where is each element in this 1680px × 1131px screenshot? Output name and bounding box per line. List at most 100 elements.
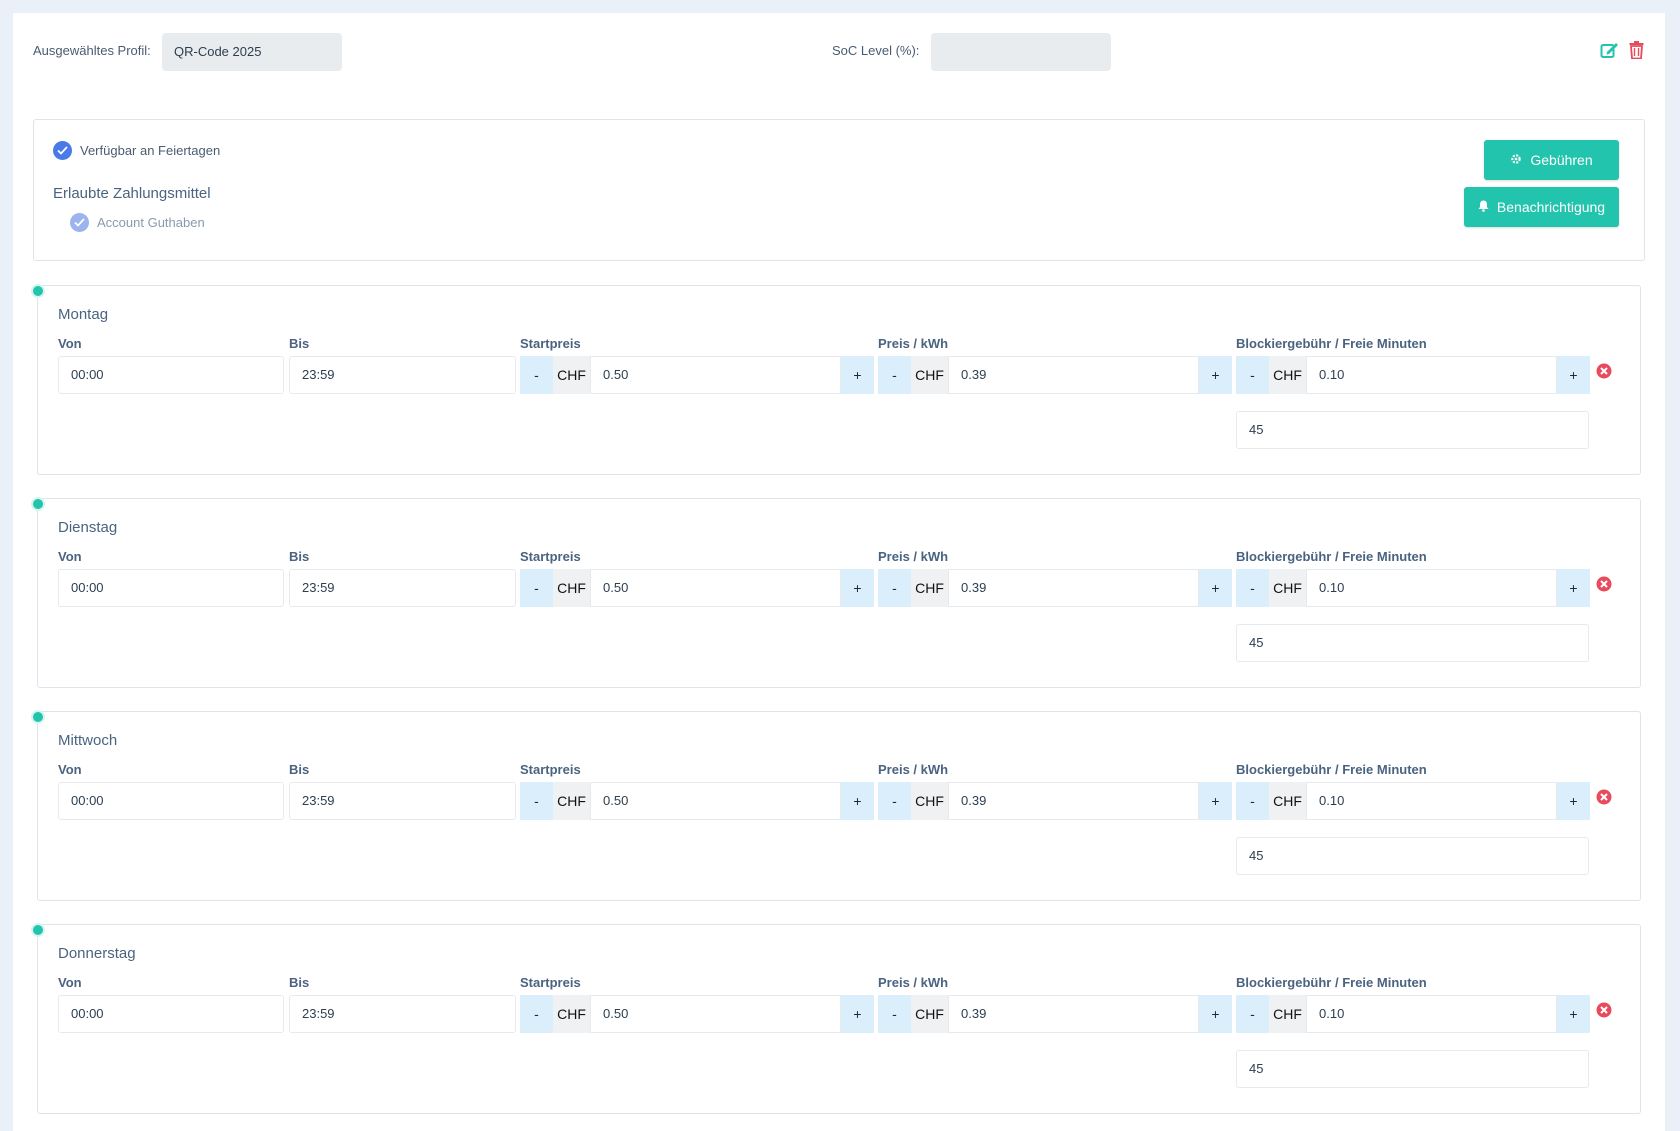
start-price-decrement-button[interactable]: - xyxy=(520,782,553,820)
blocking-fee-stepper: - CHF 0.10 + xyxy=(1236,782,1590,820)
blocking-fee-increment-button[interactable]: + xyxy=(1557,569,1590,607)
kwh-price-stepper: - CHF 0.39 + xyxy=(878,569,1232,607)
start-price-stepper: - CHF 0.50 + xyxy=(520,569,874,607)
currency-addon: CHF xyxy=(553,995,590,1033)
kwh-price-decrement-button[interactable]: - xyxy=(878,356,911,394)
profile-field[interactable]: QR-Code 2025 xyxy=(162,33,342,71)
blocking-fee-stepper: - CHF 0.10 + xyxy=(1236,569,1590,607)
notification-button[interactable]: Benachrichtigung xyxy=(1464,187,1619,227)
main-card: Ausgewähltes Profil: QR-Code 2025 SoC Le… xyxy=(13,13,1665,1131)
day-name: Mittwoch xyxy=(58,732,118,749)
kwh-price-stepper: - CHF 0.39 + xyxy=(878,782,1232,820)
soc-field[interactable] xyxy=(931,33,1111,71)
kwh-price-label: Preis / kWh xyxy=(878,762,949,777)
blocking-fee-input[interactable]: 0.10 xyxy=(1306,995,1557,1033)
trash-icon[interactable] xyxy=(1629,41,1644,59)
from-time-input[interactable]: 00:00 xyxy=(58,569,284,607)
start-price-label: Startpreis xyxy=(520,762,581,777)
blocking-fee-decrement-button[interactable]: - xyxy=(1236,569,1269,607)
start-price-stepper: - CHF 0.50 + xyxy=(520,782,874,820)
start-price-input[interactable]: 0.50 xyxy=(590,995,841,1033)
blocking-fee-stepper: - CHF 0.10 + xyxy=(1236,995,1590,1033)
currency-addon: CHF xyxy=(553,782,590,820)
currency-addon: CHF xyxy=(911,356,948,394)
from-time-input[interactable]: 00:00 xyxy=(58,782,284,820)
payment-option-checkbox[interactable]: Account Guthaben xyxy=(70,213,205,232)
blocking-fee-input[interactable]: 0.10 xyxy=(1306,569,1557,607)
free-minutes-input[interactable]: 45 xyxy=(1236,1050,1589,1088)
payment-option-label: Account Guthaben xyxy=(97,215,205,230)
currency-addon: CHF xyxy=(553,569,590,607)
start-price-increment-button[interactable]: + xyxy=(841,569,874,607)
holiday-checkbox[interactable]: Verfügbar an Feiertagen xyxy=(53,141,220,160)
from-label: Von xyxy=(58,336,82,351)
day-status-dot xyxy=(31,497,45,511)
start-price-increment-button[interactable]: + xyxy=(841,995,874,1033)
day-name: Dienstag xyxy=(58,519,118,536)
currency-addon: CHF xyxy=(1269,569,1306,607)
from-time-input[interactable]: 00:00 xyxy=(58,356,284,394)
day-status-dot xyxy=(31,284,45,298)
start-price-input[interactable]: 0.50 xyxy=(590,569,841,607)
kwh-price-label: Preis / kWh xyxy=(878,549,949,564)
free-minutes-input[interactable]: 45 xyxy=(1236,411,1589,449)
start-price-input[interactable]: 0.50 xyxy=(590,782,841,820)
free-minutes-input[interactable]: 45 xyxy=(1236,624,1589,662)
kwh-price-increment-button[interactable]: + xyxy=(1199,782,1232,820)
blocking-fee-input[interactable]: 0.10 xyxy=(1306,356,1557,394)
kwh-price-input[interactable]: 0.39 xyxy=(948,782,1199,820)
blocking-fee-label: Blockiergebühr / Freie Minuten xyxy=(1236,762,1427,777)
currency-addon: CHF xyxy=(911,782,948,820)
fees-button[interactable]: Gebühren xyxy=(1484,140,1619,180)
start-price-stepper: - CHF 0.50 + xyxy=(520,995,874,1033)
currency-addon: CHF xyxy=(1269,995,1306,1033)
remove-circle-icon[interactable] xyxy=(1596,789,1612,805)
blocking-fee-increment-button[interactable]: + xyxy=(1557,782,1590,820)
blocking-fee-decrement-button[interactable]: - xyxy=(1236,995,1269,1033)
to-time-input[interactable]: 23:59 xyxy=(289,995,516,1033)
free-minutes-input[interactable]: 45 xyxy=(1236,837,1589,875)
edit-icon[interactable] xyxy=(1600,41,1619,59)
remove-circle-icon[interactable] xyxy=(1596,576,1612,592)
kwh-price-input[interactable]: 0.39 xyxy=(948,569,1199,607)
from-label: Von xyxy=(58,975,82,990)
remove-circle-icon[interactable] xyxy=(1596,363,1612,379)
kwh-price-stepper: - CHF 0.39 + xyxy=(878,356,1232,394)
start-price-decrement-button[interactable]: - xyxy=(520,569,553,607)
blocking-fee-increment-button[interactable]: + xyxy=(1557,356,1590,394)
kwh-price-increment-button[interactable]: + xyxy=(1199,995,1232,1033)
bell-icon xyxy=(1478,199,1489,215)
to-time-input[interactable]: 23:59 xyxy=(289,569,516,607)
start-price-label: Startpreis xyxy=(520,975,581,990)
kwh-price-input[interactable]: 0.39 xyxy=(948,356,1199,394)
kwh-price-decrement-button[interactable]: - xyxy=(878,995,911,1033)
soc-label: SoC Level (%): xyxy=(832,43,920,58)
start-price-increment-button[interactable]: + xyxy=(841,356,874,394)
check-icon xyxy=(70,213,89,232)
start-price-decrement-button[interactable]: - xyxy=(520,995,553,1033)
blocking-fee-input[interactable]: 0.10 xyxy=(1306,782,1557,820)
from-time-input[interactable]: 00:00 xyxy=(58,995,284,1033)
kwh-price-decrement-button[interactable]: - xyxy=(878,782,911,820)
blocking-fee-decrement-button[interactable]: - xyxy=(1236,356,1269,394)
start-price-stepper: - CHF 0.50 + xyxy=(520,356,874,394)
kwh-price-decrement-button[interactable]: - xyxy=(878,569,911,607)
to-time-input[interactable]: 23:59 xyxy=(289,356,516,394)
kwh-price-increment-button[interactable]: + xyxy=(1199,356,1232,394)
to-label: Bis xyxy=(289,762,310,777)
start-price-increment-button[interactable]: + xyxy=(841,782,874,820)
remove-circle-icon[interactable] xyxy=(1596,1002,1612,1018)
blocking-fee-decrement-button[interactable]: - xyxy=(1236,782,1269,820)
kwh-price-increment-button[interactable]: + xyxy=(1199,569,1232,607)
blocking-fee-increment-button[interactable]: + xyxy=(1557,995,1590,1033)
start-price-label: Startpreis xyxy=(520,549,581,564)
settings-panel: Verfügbar an Feiertagen Erlaubte Zahlung… xyxy=(33,119,1645,261)
start-price-input[interactable]: 0.50 xyxy=(590,356,841,394)
start-price-decrement-button[interactable]: - xyxy=(520,356,553,394)
gear-icon xyxy=(1510,152,1522,168)
day-name: Donnerstag xyxy=(58,945,136,962)
day-status-dot xyxy=(31,923,45,937)
currency-addon: CHF xyxy=(553,356,590,394)
kwh-price-input[interactable]: 0.39 xyxy=(948,995,1199,1033)
to-time-input[interactable]: 23:59 xyxy=(289,782,516,820)
